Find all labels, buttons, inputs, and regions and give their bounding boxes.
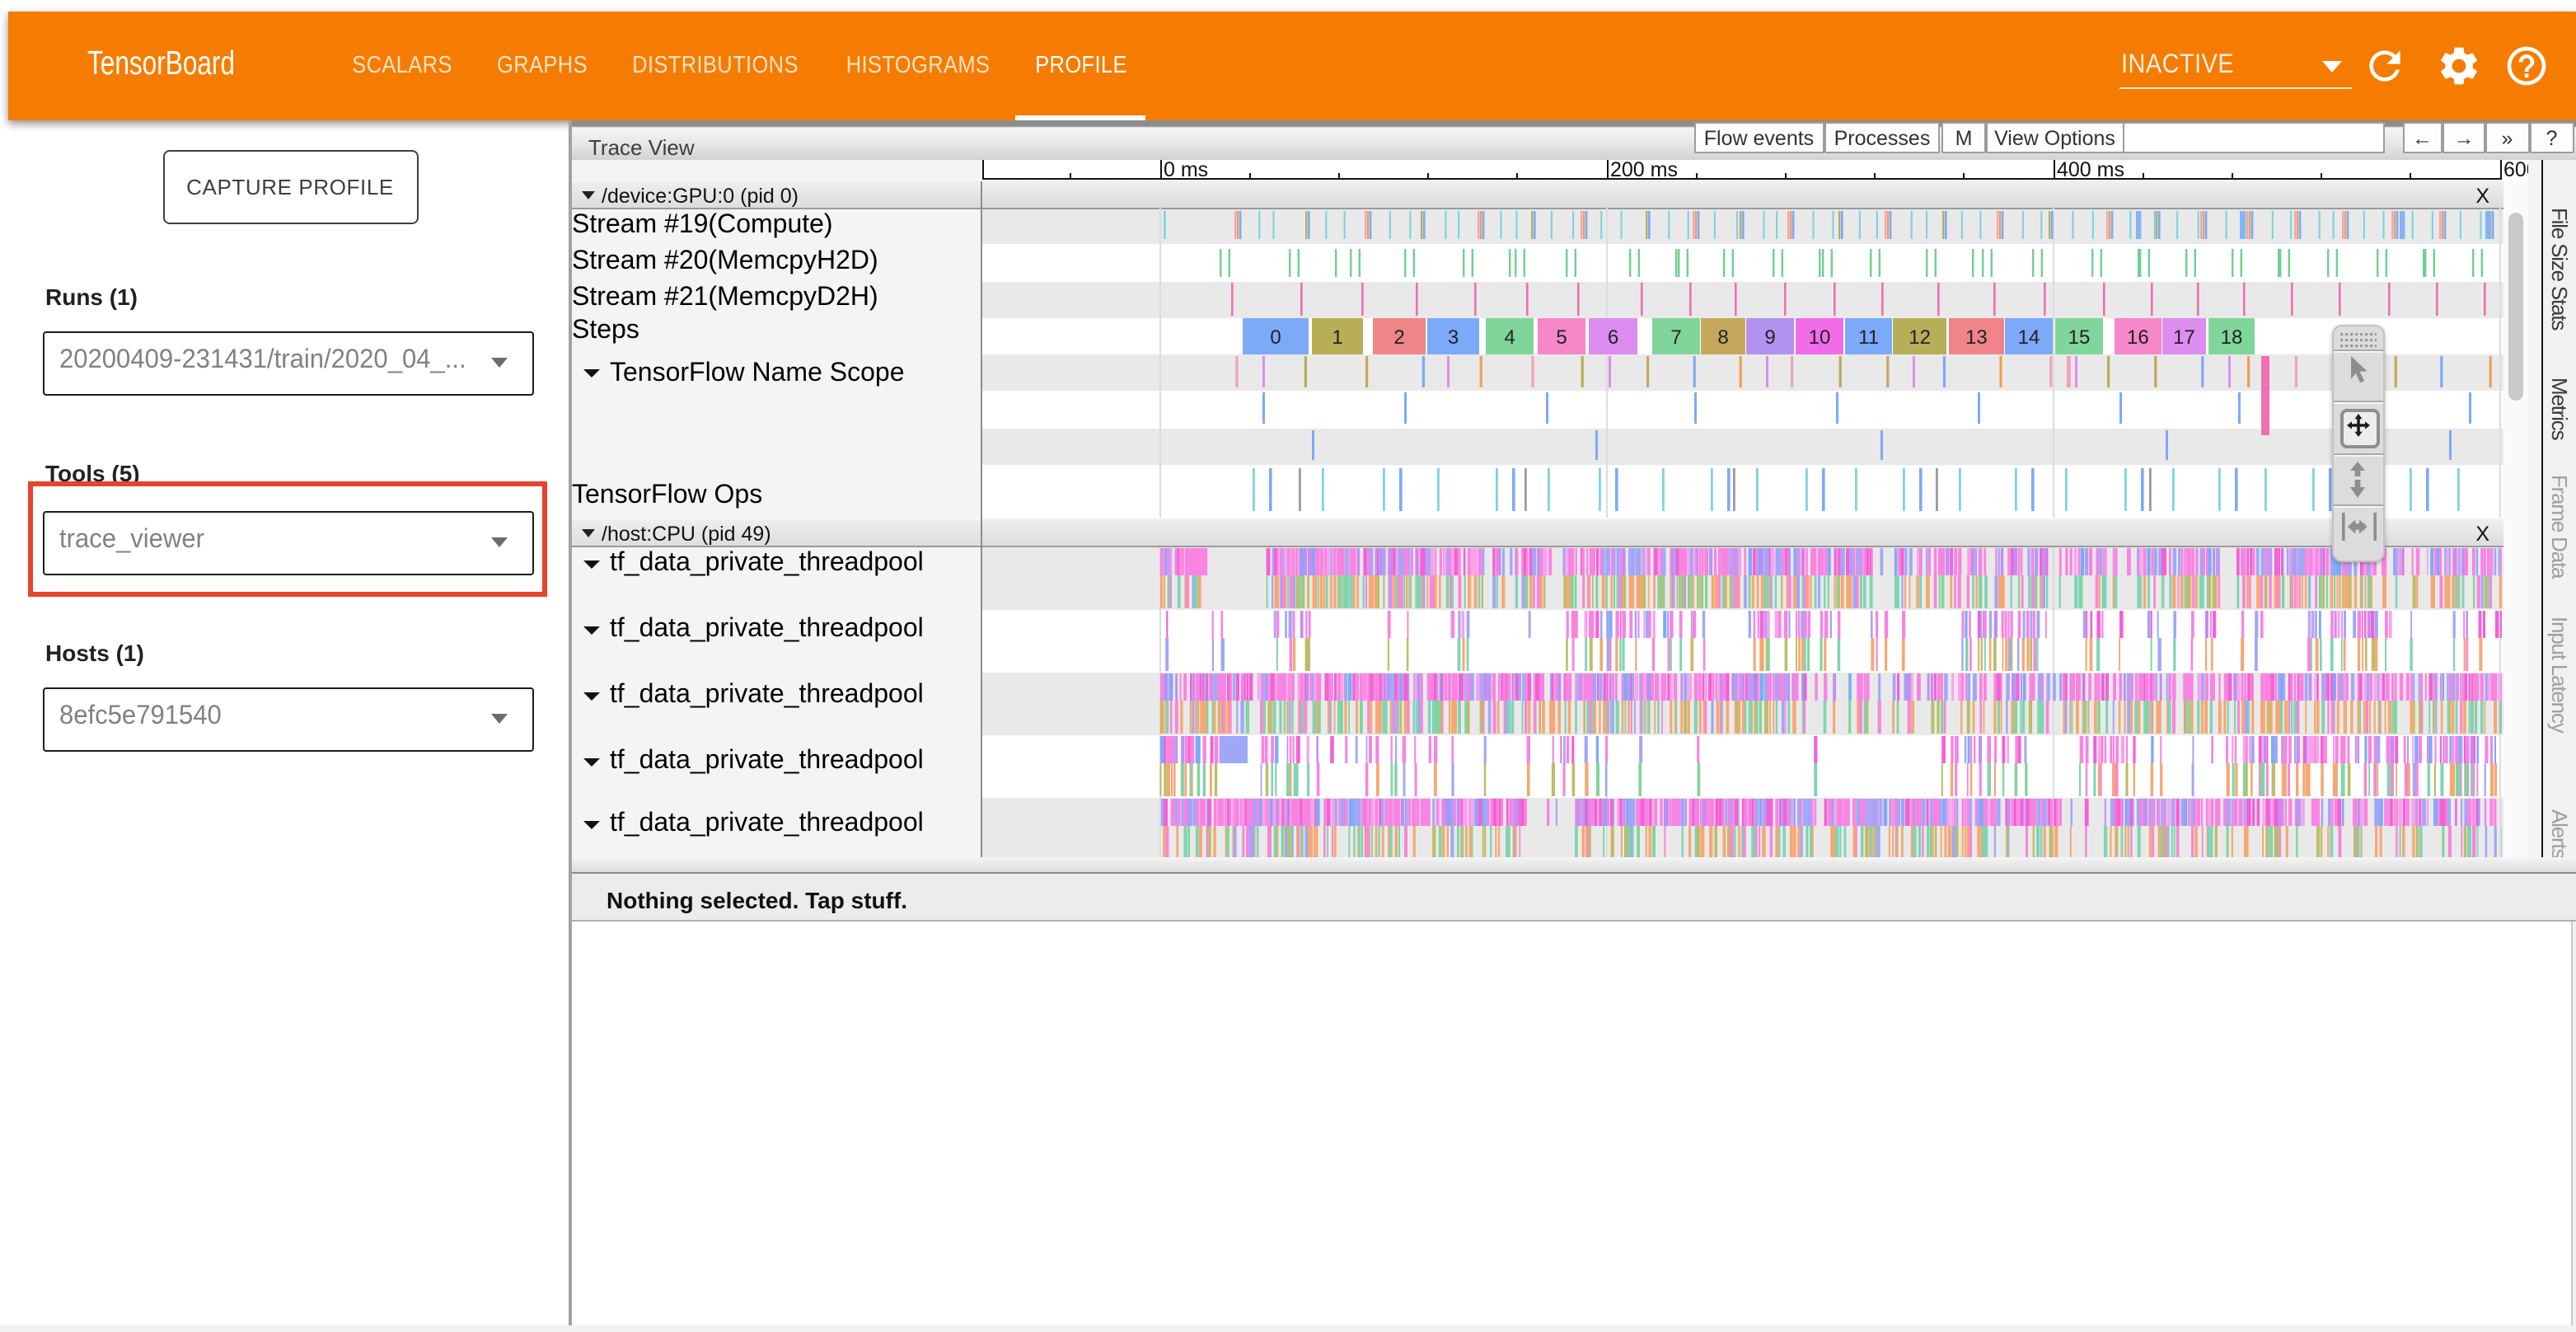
svg-text:10: 10 (1809, 326, 1831, 349)
svg-text:5: 5 (1556, 326, 1567, 349)
svg-text:11: 11 (1858, 326, 1879, 349)
svg-text:2: 2 (1393, 326, 1404, 349)
svg-text:9: 9 (1764, 326, 1775, 349)
svg-text:17: 17 (2173, 326, 2195, 349)
svg-text:6: 6 (1608, 326, 1618, 349)
svg-text:3: 3 (1448, 326, 1459, 349)
svg-text:14: 14 (2018, 326, 2040, 349)
svg-text:16: 16 (2127, 326, 2149, 349)
svg-text:4: 4 (1504, 326, 1515, 349)
svg-text:1: 1 (1332, 326, 1342, 349)
svg-text:8: 8 (1717, 326, 1728, 349)
svg-text:7: 7 (1670, 326, 1681, 349)
svg-text:15: 15 (2068, 326, 2091, 349)
svg-text:18: 18 (2221, 326, 2243, 349)
svg-text:12: 12 (1909, 326, 1931, 349)
svg-text:0: 0 (1270, 326, 1281, 349)
svg-text:13: 13 (1965, 326, 1988, 349)
